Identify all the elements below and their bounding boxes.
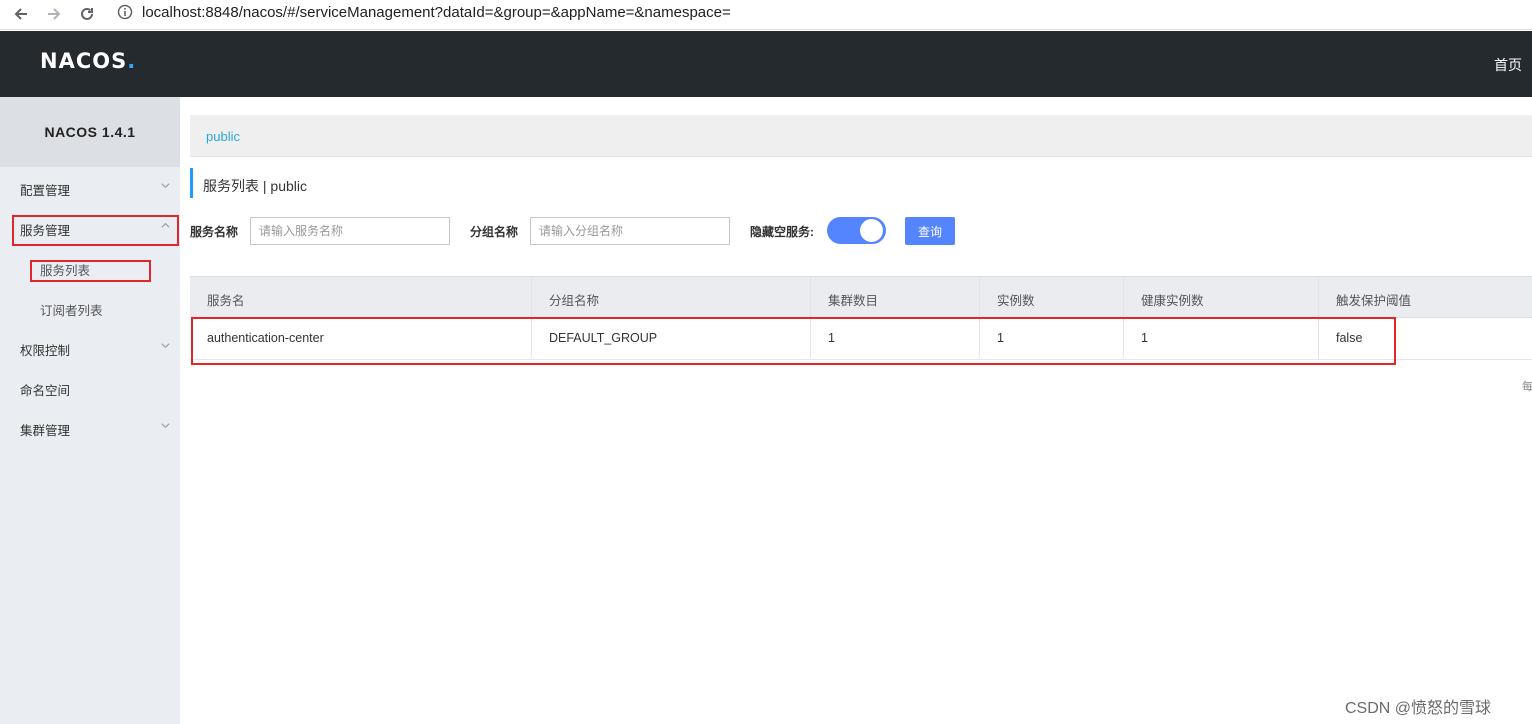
watermark: CSDN @愤怒的雪球 [1345, 700, 1492, 717]
chevron-down-icon [161, 183, 170, 189]
version-label: NACOS 1.4.1 [0, 97, 180, 167]
page-title-text: 服务列表 | public [203, 178, 307, 194]
sidebar-item-cluster-management[interactable]: 集群管理 [0, 407, 180, 447]
sidebar-item-subscriber-list[interactable]: 订阅者列表 [0, 287, 180, 327]
annotation-box-service-list [30, 260, 151, 282]
forward-arrow-icon [48, 8, 61, 20]
column-header: 实例数 [980, 277, 1124, 317]
service-name-label: 服务名称 [190, 225, 239, 239]
info-icon[interactable] [117, 4, 133, 20]
column-header: 分组名称 [532, 277, 811, 317]
annotation-box-service-row [191, 317, 1396, 365]
sidebar: NACOS 1.4.1 配置管理 服务管理 服务列表 订阅者列表 权限控制 命名… [0, 97, 180, 724]
table-header: 服务名 分组名称 集群数目 实例数 健康实例数 触发保护阈值 [190, 276, 1532, 318]
hide-empty-toggle[interactable] [827, 217, 886, 244]
back-arrow-icon [14, 8, 27, 20]
reload-button[interactable] [76, 3, 98, 25]
group-name-label: 分组名称 [470, 225, 519, 239]
namespace-bar: public [190, 115, 1532, 157]
toggle-knob [860, 219, 883, 242]
chevron-down-icon [161, 343, 170, 349]
service-name-input[interactable]: 请输入服务名称 [250, 217, 450, 245]
sidebar-item-config-management[interactable]: 配置管理 [0, 167, 180, 207]
column-header: 集群数目 [811, 277, 980, 317]
address-bar[interactable]: localhost:8848/nacos/#/serviceManagement… [142, 4, 731, 21]
home-link[interactable]: 首页 [1494, 55, 1522, 75]
namespace-link-public[interactable]: public [206, 129, 240, 144]
column-header: 健康实例数 [1124, 277, 1319, 317]
sidebar-item-access-control[interactable]: 权限控制 [0, 327, 180, 367]
pagination-hint: 每 [1522, 381, 1532, 393]
forward-button[interactable] [43, 3, 65, 25]
annotation-box-service-management [12, 215, 179, 246]
back-button[interactable] [10, 3, 32, 25]
nacos-logo[interactable]: NACOS. [40, 49, 136, 73]
page: localhost:8848/nacos/#/serviceManagement… [0, 0, 1532, 724]
column-header: 服务名 [190, 277, 532, 317]
browser-toolbar: localhost:8848/nacos/#/serviceManagement… [0, 0, 1532, 30]
sidebar-item-namespace[interactable]: 命名空间 [0, 367, 180, 407]
column-header: 触发保护阈值 [1336, 294, 1412, 308]
reload-icon [81, 7, 93, 20]
group-name-input[interactable]: 请输入分组名称 [530, 217, 730, 245]
page-title: 服务列表 | public [190, 168, 307, 198]
top-header: NACOS. 首页 [0, 31, 1532, 97]
chevron-down-icon [161, 423, 170, 429]
hide-empty-label: 隐藏空服务: [750, 225, 814, 239]
query-button[interactable]: 查询 [905, 217, 955, 245]
